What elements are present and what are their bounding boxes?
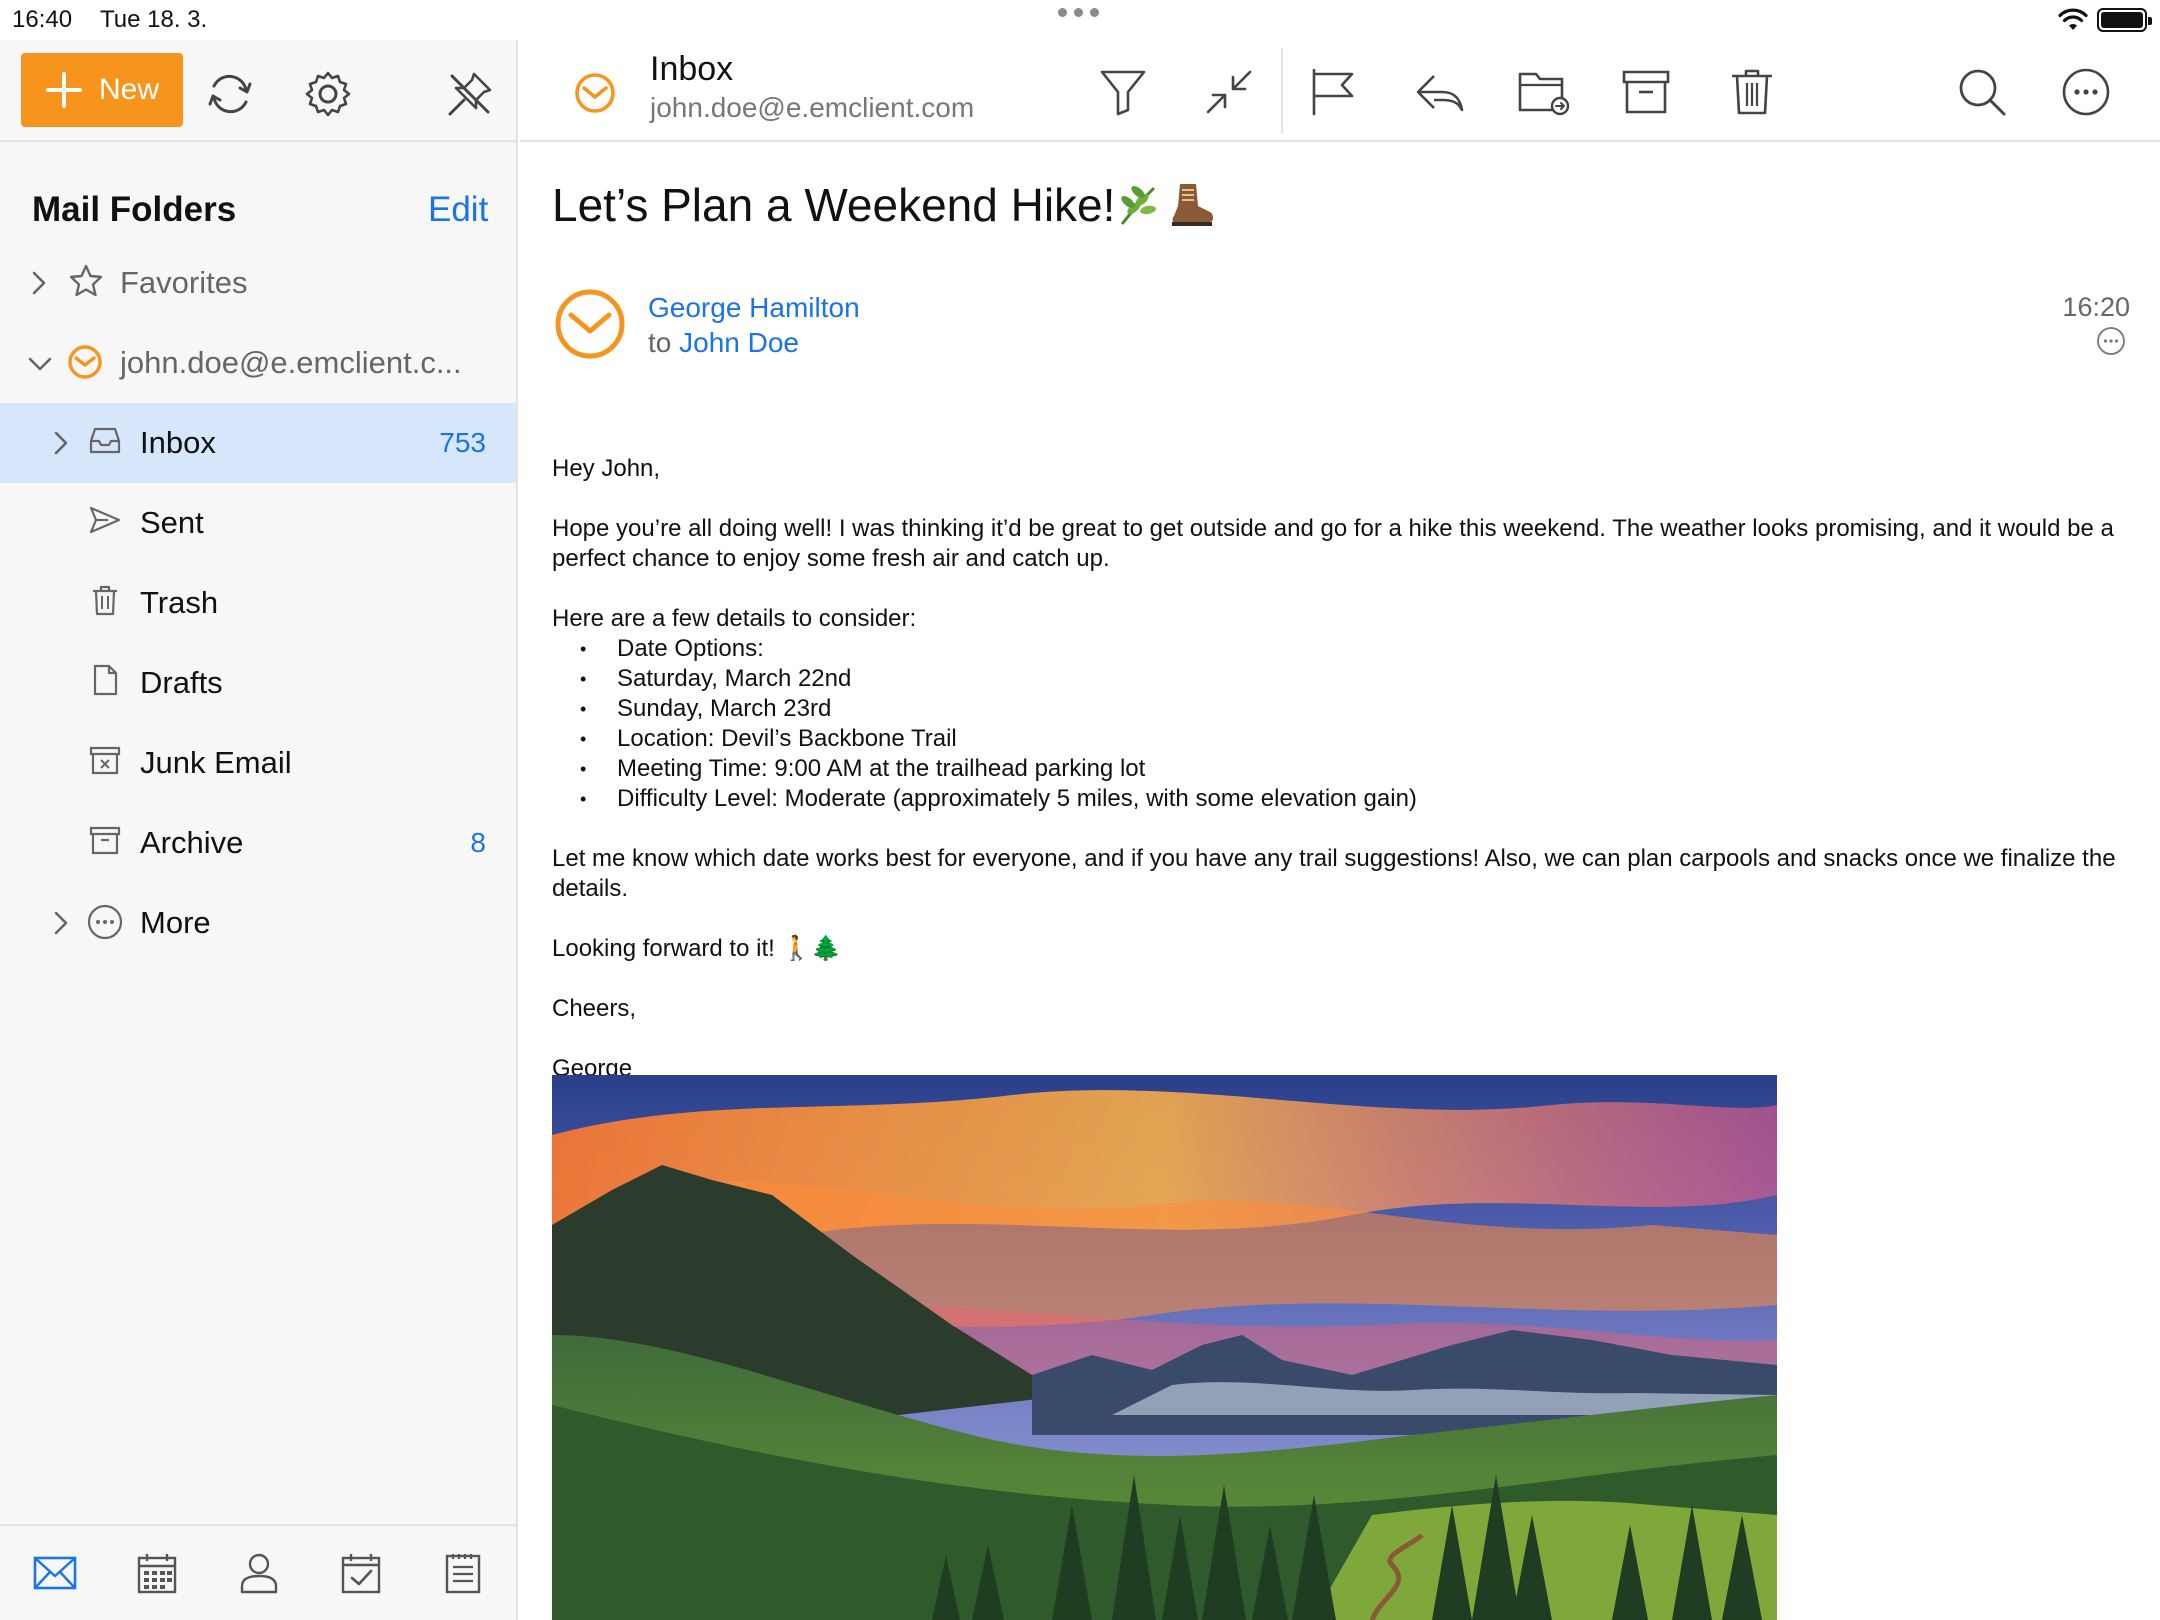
tasks-icon[interactable] xyxy=(338,1550,384,1596)
sidebar-item-trash[interactable]: Trash xyxy=(0,563,516,643)
status-time: 16:40 xyxy=(12,6,73,33)
message-time: 16:20 xyxy=(2062,292,2130,322)
chevron-right-icon[interactable] xyxy=(32,271,46,295)
hiking-boot-icon xyxy=(1172,184,1214,226)
trash-icon xyxy=(93,585,117,616)
herb-icon xyxy=(1120,186,1156,225)
sidebar-item-junk-email[interactable]: Junk Email xyxy=(0,723,516,803)
subject-emoji xyxy=(1112,180,1216,235)
unread-count-badge: 8 xyxy=(470,827,486,858)
sidebar-item-account[interactable]: john.doe@e.emclient.c... xyxy=(0,323,516,403)
new-button-label: New xyxy=(99,73,160,106)
sidebar-item-label: Drafts xyxy=(140,665,223,700)
sidebar-item-inbox[interactable]: Inbox 753 xyxy=(0,403,516,483)
sync-icon[interactable] xyxy=(204,68,256,120)
sidebar-item-label: Archive xyxy=(140,825,244,860)
list-item: Difficulty Level: Moderate (approximatel… xyxy=(552,784,2132,814)
mail-folders-title: Mail Folders xyxy=(32,190,237,229)
calendar-icon[interactable] xyxy=(134,1550,180,1596)
mail-icon[interactable] xyxy=(32,1550,78,1596)
archive-icon[interactable] xyxy=(1620,66,1672,118)
greeting: Hey John, xyxy=(552,455,661,482)
message-subject: Let’s Plan a Weekend Hike! xyxy=(552,179,1116,231)
message-toolbar: Inbox john.doe@e.emclient.com xyxy=(520,40,2160,142)
sidebar-item-label: Trash xyxy=(140,585,219,620)
message-pane: Inbox john.doe@e.emclient.com Let’s Plan… xyxy=(520,40,2160,1620)
sidebar-item-more[interactable]: More xyxy=(0,883,516,963)
star-icon xyxy=(69,264,103,297)
sidebar-item-label: Inbox xyxy=(140,425,216,460)
more-options-icon[interactable] xyxy=(2060,66,2112,118)
folder-title: Inbox xyxy=(650,50,734,88)
account-label: john.doe@e.emclient.c... xyxy=(120,345,462,380)
list-item: Meeting Time: 9:00 AM at the trailhead p… xyxy=(552,754,2132,784)
edit-folders-button[interactable]: Edit xyxy=(428,190,488,230)
message-more-icon[interactable] xyxy=(2096,326,2126,356)
sidebar-item-archive[interactable]: Archive 8 xyxy=(0,803,516,883)
sender-name[interactable]: George Hamilton xyxy=(648,292,860,324)
status-date: Tue 18. 3. xyxy=(100,6,208,33)
sender-avatar xyxy=(555,289,625,359)
emclient-logo-icon xyxy=(575,73,615,113)
document-icon xyxy=(93,664,118,696)
plus-icon xyxy=(46,72,82,108)
chevron-right-icon[interactable] xyxy=(54,911,68,935)
collapse-icon[interactable] xyxy=(1204,66,1254,118)
list-item: Location: Devil’s Backbone Trail xyxy=(552,724,2132,754)
status-bar: 16:40 Tue 18. 3. xyxy=(0,0,2160,40)
filter-icon[interactable] xyxy=(1098,66,1148,118)
sidebar-item-label: Sent xyxy=(140,505,204,540)
list-item: Date Options: xyxy=(552,634,2132,664)
multitasking-dots-icon[interactable] xyxy=(1058,8,1099,17)
paper-plane-icon xyxy=(89,506,121,534)
list-item: Sunday, March 23rd xyxy=(552,694,2132,724)
sidebar-toolbar: New xyxy=(0,40,518,142)
sidebar-item-favorites[interactable]: Favorites xyxy=(0,243,516,323)
account-address: john.doe@e.emclient.com xyxy=(650,92,975,123)
more-circle-icon xyxy=(87,904,123,940)
sidebar-item-drafts[interactable]: Drafts xyxy=(0,643,516,723)
to-prefix: to xyxy=(648,327,672,358)
trash-icon[interactable] xyxy=(1726,66,1778,118)
new-button[interactable]: New xyxy=(21,53,183,127)
notes-icon[interactable] xyxy=(440,1550,486,1596)
toolbar-divider xyxy=(1281,48,1283,134)
chevron-down-icon[interactable] xyxy=(28,357,52,371)
sidebar-item-label: Favorites xyxy=(120,265,248,300)
unpin-icon[interactable] xyxy=(444,68,496,120)
closing-line: Looking forward to it! 🚶🌲 xyxy=(552,935,842,962)
sidebar-item-label: Junk Email xyxy=(140,745,292,780)
sidebar-item-label: More xyxy=(140,905,211,940)
details-intro: Here are a few details to consider: xyxy=(552,605,917,632)
body-paragraph: Hope you’re all doing well! I was thinki… xyxy=(552,515,2114,572)
bottom-nav xyxy=(0,1524,516,1620)
list-item: Saturday, March 22nd xyxy=(552,664,2132,694)
battery-icon xyxy=(2097,8,2152,32)
recipient-name[interactable]: John Doe xyxy=(679,327,799,358)
junk-box-icon xyxy=(89,746,121,775)
details-list: Date Options: Saturday, March 22nd Sunda… xyxy=(552,634,2132,814)
sidebar: New Mail Folders Edit Favorites john.doe… xyxy=(0,40,518,1620)
sidebar-item-sent[interactable]: Sent xyxy=(0,483,516,563)
flag-icon[interactable] xyxy=(1308,66,1358,118)
emclient-logo-icon xyxy=(68,345,102,379)
inbox-icon xyxy=(89,427,121,454)
gear-icon[interactable] xyxy=(302,68,354,120)
archive-box-icon xyxy=(89,826,121,855)
mountain-sunset-image xyxy=(552,1075,1777,1620)
wifi-icon xyxy=(2058,8,2088,30)
move-to-folder-icon[interactable] xyxy=(1516,66,1572,118)
search-icon[interactable] xyxy=(1956,66,2008,118)
recipient-line: to John Doe xyxy=(648,327,799,359)
contacts-icon[interactable] xyxy=(236,1550,282,1596)
chevron-right-icon[interactable] xyxy=(54,431,68,455)
message-body: Hey John, Hope you’re all doing well! I … xyxy=(552,454,2132,1114)
body-paragraph: Let me know which date works best for ev… xyxy=(552,845,2116,902)
signoff: Cheers, xyxy=(552,995,637,1022)
reply-icon[interactable] xyxy=(1412,66,1466,118)
unread-count-badge: 753 xyxy=(439,427,486,458)
